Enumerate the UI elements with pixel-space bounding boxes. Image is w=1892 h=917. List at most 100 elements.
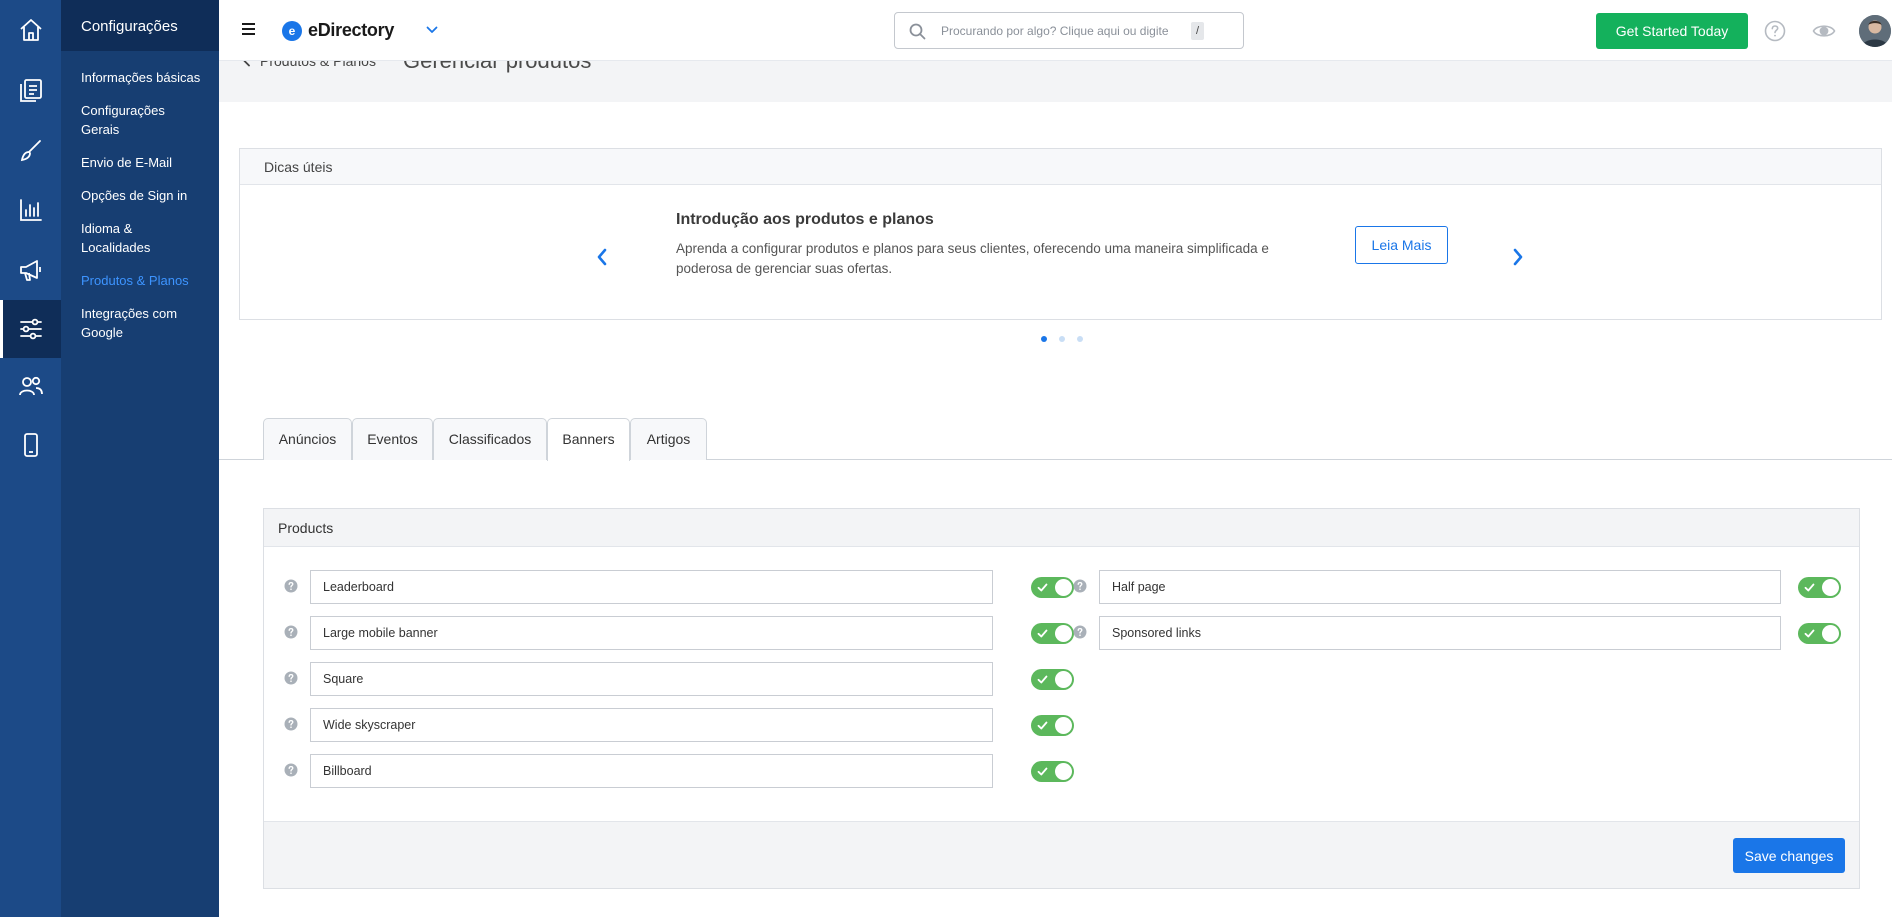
search-shortcut-hint: /	[1191, 22, 1204, 40]
get-started-button[interactable]: Get Started Today	[1596, 13, 1748, 49]
user-avatar-icon	[1859, 15, 1891, 47]
product-row	[284, 708, 1082, 742]
tab-eventos[interactable]: Eventos	[352, 418, 433, 460]
carousel-dot[interactable]	[1041, 336, 1047, 342]
help-icon[interactable]	[1764, 20, 1786, 42]
toggle-knob	[1055, 763, 1072, 780]
product-row	[1073, 570, 1853, 604]
product-enabled-toggle[interactable]	[1031, 577, 1074, 598]
rail-item-design[interactable]	[0, 121, 61, 179]
toggle-knob	[1055, 625, 1072, 642]
avatar[interactable]	[1859, 15, 1891, 47]
tab-classificados[interactable]: Classificados	[433, 418, 547, 460]
tips-header: Dicas úteis	[240, 149, 1881, 185]
products-card: Products Leaderboard Large mobile banner…	[263, 508, 1860, 889]
save-changes-button[interactable]: Save changes	[1733, 838, 1845, 873]
brand[interactable]: e eDirectory	[282, 20, 394, 41]
subnav-item-configuracoes-gerais[interactable]: Configurações Gerais	[61, 96, 219, 148]
check-icon	[1804, 629, 1815, 638]
product-name-input[interactable]	[310, 754, 993, 788]
subnav-title: Configurações	[61, 0, 219, 51]
rail-item-promotions[interactable]	[0, 241, 61, 299]
subnav-list: Informações básicas Configurações Gerais…	[61, 51, 219, 351]
tip-text: Aprenda a configurar produtos e planos p…	[676, 241, 1269, 276]
breadcrumb[interactable]: Produtos & Planos	[242, 61, 376, 69]
home-icon	[19, 19, 42, 41]
page-title: Gerenciar produtos	[403, 61, 591, 74]
products-footer: Save changes	[264, 821, 1859, 888]
product-enabled-toggle[interactable]	[1031, 669, 1074, 690]
megaphone-icon	[19, 260, 41, 281]
tab-anuncios[interactable]: Anúncios	[263, 418, 352, 460]
product-row	[284, 616, 1082, 650]
eye-icon[interactable]	[1812, 20, 1836, 42]
carousel-dots	[1041, 336, 1095, 342]
rail-item-users[interactable]	[0, 357, 61, 415]
question-circle-icon[interactable]	[1073, 579, 1087, 593]
check-icon	[1037, 721, 1048, 730]
breadcrumb-label: Produtos & Planos	[260, 61, 376, 69]
tips-card: Dicas úteis Introdução aos produtos e pl…	[239, 148, 1882, 342]
rail-item-mobile[interactable]	[0, 416, 61, 474]
tip-title: Introdução aos produtos e planos	[676, 211, 934, 228]
toggle-knob	[1055, 717, 1072, 734]
product-row	[284, 662, 1082, 696]
product-row	[284, 754, 1082, 788]
product-enabled-toggle[interactable]	[1031, 715, 1074, 736]
hamburger-menu-icon[interactable]	[242, 23, 256, 37]
carousel-dot[interactable]	[1059, 336, 1065, 342]
global-search[interactable]: /	[894, 12, 1244, 49]
tab-banners[interactable]: Banners	[547, 418, 630, 461]
chevron-left-icon[interactable]	[595, 247, 609, 267]
page-header: Produtos & Planos Gerenciar produtos	[219, 61, 1892, 102]
question-circle-icon[interactable]	[284, 763, 298, 777]
question-circle-icon[interactable]	[284, 717, 298, 731]
subnav-item-integracoes-google[interactable]: Integrações com Google	[61, 299, 219, 351]
subnav-item-informacoes-basicas[interactable]: Informações básicas	[61, 63, 219, 96]
toggle-knob	[1822, 579, 1839, 596]
chevron-left-icon	[243, 61, 250, 67]
subnav-item-envio-email[interactable]: Envio de E-Mail	[61, 148, 219, 181]
users-icon	[18, 376, 43, 396]
chevron-down-icon[interactable]	[426, 26, 438, 34]
product-name-input[interactable]	[310, 616, 993, 650]
chevron-right-icon[interactable]	[1511, 247, 1525, 267]
product-name-input[interactable]	[1099, 616, 1781, 650]
toggle-knob	[1055, 579, 1072, 596]
subnav-item-idioma-localidades[interactable]: Idioma & Localidades	[61, 214, 219, 266]
rail-item-settings[interactable]	[0, 300, 61, 358]
product-enabled-toggle[interactable]	[1798, 577, 1841, 598]
rail-item-home[interactable]	[0, 1, 61, 59]
icon-rail	[0, 0, 61, 917]
question-circle-icon[interactable]	[1073, 625, 1087, 639]
tab-artigos[interactable]: Artigos	[630, 418, 707, 460]
product-name-input[interactable]	[310, 708, 993, 742]
rail-item-reports[interactable]	[0, 181, 61, 239]
question-circle-icon[interactable]	[284, 625, 298, 639]
product-name-input[interactable]	[310, 570, 993, 604]
product-enabled-toggle[interactable]	[1798, 623, 1841, 644]
product-name-input[interactable]	[1099, 570, 1781, 604]
toggle-knob	[1055, 671, 1072, 688]
carousel-dot[interactable]	[1077, 336, 1083, 342]
check-icon	[1037, 767, 1048, 776]
settings-subnav: Configurações Informações básicas Config…	[61, 0, 219, 917]
question-circle-icon[interactable]	[284, 671, 298, 685]
content-icon	[19, 79, 42, 102]
check-icon	[1037, 675, 1048, 684]
check-icon	[1804, 583, 1815, 592]
mobile-icon	[23, 433, 38, 457]
topbar: e eDirectory / Get Started Today	[219, 0, 1892, 61]
main-content: Produtos & Planos Gerenciar produtos Dic…	[219, 61, 1892, 917]
check-icon	[1037, 583, 1048, 592]
subnav-item-opcoes-sign-in[interactable]: Opções de Sign in	[61, 181, 219, 214]
read-more-button[interactable]: Leia Mais	[1355, 226, 1448, 264]
subnav-item-produtos-planos[interactable]: Produtos & Planos	[61, 266, 219, 299]
product-name-input[interactable]	[310, 662, 993, 696]
toggle-knob	[1822, 625, 1839, 642]
question-circle-icon[interactable]	[284, 579, 298, 593]
search-input[interactable]	[941, 22, 1181, 40]
product-enabled-toggle[interactable]	[1031, 623, 1074, 644]
product-enabled-toggle[interactable]	[1031, 761, 1074, 782]
rail-item-content[interactable]	[0, 61, 61, 119]
